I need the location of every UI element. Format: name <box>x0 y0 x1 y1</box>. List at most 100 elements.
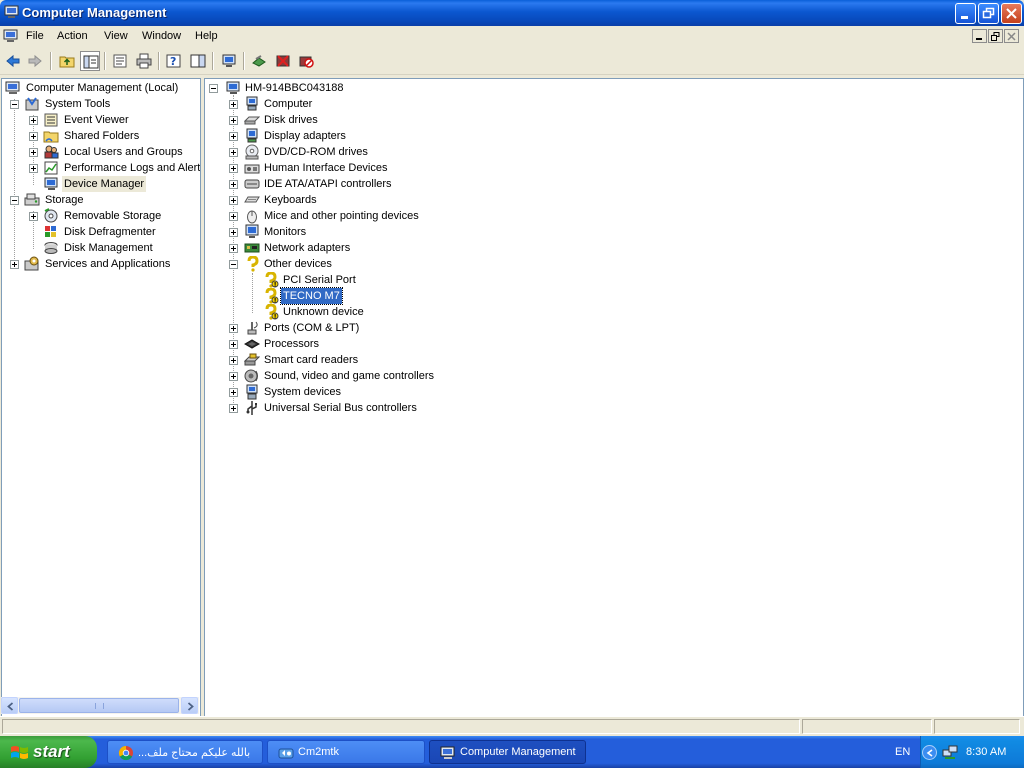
close-icon <box>1007 32 1016 41</box>
show-hide-action-pane-button[interactable] <box>188 51 208 71</box>
expand-toggle[interactable] <box>29 116 38 125</box>
computer-management-icon[interactable] <box>3 29 18 43</box>
tree-label: Monitors <box>264 226 307 238</box>
expand-toggle[interactable] <box>229 116 238 125</box>
close-button[interactable] <box>1001 3 1022 24</box>
device-manager-icon <box>44 177 58 190</box>
menu-file[interactable]: File <box>26 30 44 42</box>
expand-toggle[interactable] <box>10 260 19 269</box>
scan-hardware-button[interactable] <box>219 51 239 71</box>
processor-icon <box>244 339 260 349</box>
tree-label: Event Viewer <box>64 114 129 126</box>
help-button[interactable]: ? <box>164 51 184 71</box>
expand-toggle[interactable] <box>229 404 238 413</box>
expand-toggle[interactable] <box>229 340 238 349</box>
clock[interactable]: 8:30 AM <box>966 746 1006 758</box>
shared-folder-icon <box>43 131 59 143</box>
tree-label: Local Users and Groups <box>64 146 183 158</box>
taskbar-label: ...بالله عليكم محتاج ملف <box>138 747 251 759</box>
tree-label: DVD/CD-ROM drives <box>264 146 368 158</box>
expand-toggle[interactable] <box>229 132 238 141</box>
expand-toggle[interactable] <box>29 132 38 141</box>
expand-toggle[interactable] <box>229 212 238 221</box>
expand-toggle[interactable] <box>229 228 238 237</box>
menu-help[interactable]: Help <box>195 30 218 42</box>
taskbar-button-chrome[interactable]: ...بالله عليكم محتاج ملف <box>107 740 263 764</box>
warning-unknown-device-icon: ! <box>265 304 279 320</box>
show-hidden-icons-button[interactable] <box>922 745 937 760</box>
network-tray-icon[interactable] <box>942 744 958 760</box>
tree-label: Sound, video and game controllers <box>264 370 434 382</box>
tree-label: Computer <box>264 98 313 110</box>
expand-toggle[interactable] <box>229 148 238 157</box>
expand-toggle[interactable] <box>229 356 238 365</box>
tree-label: Smart card readers <box>264 354 359 366</box>
update-driver-button[interactable] <box>249 51 269 71</box>
title-bar[interactable]: Computer Management <box>0 0 1024 26</box>
collapse-toggle[interactable] <box>10 196 19 205</box>
system-device-icon <box>246 384 258 400</box>
print-button[interactable] <box>134 51 154 71</box>
expand-toggle[interactable] <box>229 100 238 109</box>
expand-toggle[interactable] <box>229 164 238 173</box>
horizontal-scrollbar[interactable] <box>1 697 199 714</box>
tree-label: HM-914BBC043188 <box>245 82 344 94</box>
language-indicator[interactable]: EN <box>895 746 910 758</box>
menu-action[interactable]: Action <box>57 30 88 42</box>
disable-button[interactable] <box>296 51 316 71</box>
port-icon <box>247 321 258 335</box>
expand-toggle[interactable] <box>229 372 238 381</box>
child-close-button[interactable] <box>1004 29 1019 43</box>
collapse-toggle[interactable] <box>229 260 238 269</box>
expand-toggle[interactable] <box>229 244 238 253</box>
expand-toggle[interactable] <box>229 196 238 205</box>
scroll-thumb[interactable] <box>19 698 179 713</box>
services-icon <box>24 256 39 271</box>
back-arrow-icon <box>6 54 20 68</box>
tree-label: Universal Serial Bus controllers <box>264 402 417 414</box>
collapse-toggle[interactable] <box>209 84 218 93</box>
menu-window[interactable]: Window <box>142 30 181 42</box>
taskbar-button-computer-management[interactable]: Computer Management <box>429 740 586 764</box>
taskbar-button-cm2mtk[interactable]: Cm2mtk <box>267 740 425 764</box>
menu-view[interactable]: View <box>104 30 128 42</box>
back-button[interactable] <box>3 51 23 71</box>
tree-label: Unknown device <box>283 306 364 318</box>
sound-icon <box>244 369 258 383</box>
expand-toggle[interactable] <box>229 388 238 397</box>
monitor-icon <box>245 224 259 238</box>
scroll-right-button[interactable] <box>181 697 198 714</box>
expand-toggle[interactable] <box>229 180 238 189</box>
restore-icon <box>991 32 1000 41</box>
start-button[interactable]: start <box>0 736 97 768</box>
show-hide-console-tree-button[interactable] <box>80 51 100 71</box>
usb-icon <box>246 401 257 415</box>
window-title: Computer Management <box>22 5 167 20</box>
restore-button[interactable] <box>978 3 999 24</box>
scroll-left-button[interactable] <box>1 697 18 714</box>
console-tree-pane[interactable]: Computer Management (Local) System Tools… <box>1 78 201 717</box>
collapse-toggle[interactable] <box>10 100 19 109</box>
cd-rom-icon <box>245 144 259 160</box>
forward-arrow-icon <box>28 54 42 68</box>
child-restore-button[interactable] <box>988 29 1003 43</box>
child-minimize-button[interactable] <box>972 29 987 43</box>
taskbar-label: Computer Management <box>460 746 576 758</box>
forward-button[interactable] <box>25 51 45 71</box>
app-icon <box>278 748 294 759</box>
properties-button[interactable] <box>110 51 130 71</box>
tree-label-selected: TECNO M7 <box>280 287 343 305</box>
printer-icon <box>136 53 152 69</box>
up-one-level-button[interactable] <box>57 51 77 71</box>
tree-label: Disk Defragmenter <box>64 226 156 238</box>
expand-toggle[interactable] <box>29 148 38 157</box>
device-tree-pane[interactable]: HM-914BBC043188 Computer Disk drives Dis… <box>204 78 1024 717</box>
expand-toggle[interactable] <box>229 324 238 333</box>
expand-toggle[interactable] <box>29 212 38 221</box>
disk-management-icon <box>44 242 58 254</box>
uninstall-button[interactable] <box>273 51 293 71</box>
minimize-button[interactable] <box>955 3 976 24</box>
tree-label: Mice and other pointing devices <box>264 210 419 222</box>
expand-toggle[interactable] <box>29 164 38 173</box>
uninstall-icon <box>276 55 290 67</box>
